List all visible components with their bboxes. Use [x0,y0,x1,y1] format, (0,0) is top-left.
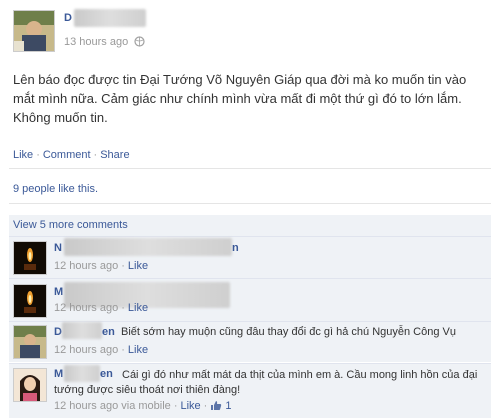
commenter-name[interactable]: M [54,286,63,298]
candle-photo [14,285,46,317]
comment-text: Cái gì đó như mất mát da thịt của mình e… [54,369,478,396]
comment-like-link[interactable]: Like [128,344,148,356]
commenter-photo [14,326,46,358]
commenter-name-tail: en [102,326,115,338]
comment-timestamp[interactable]: 12 hours ago [54,302,118,314]
redacted-comment [64,238,232,256]
divider [9,236,491,237]
commenter-name-tail: n [232,242,239,254]
candle-photo [14,242,46,274]
comment-text-line: D [54,326,105,338]
post-author-name[interactable]: D [64,12,72,24]
comment-meta: 12 hours ago · Like [54,344,149,356]
comment-meta: 12 hours ago · Like [54,260,149,272]
divider [9,203,491,204]
comment-like-count[interactable]: 1 [225,400,231,412]
post-timestamp[interactable]: 13 hours ago [64,36,128,48]
divider [9,363,491,364]
view-more-comments-link[interactable]: View 5 more comments [13,219,128,231]
comment-like-link[interactable]: Like [128,260,148,272]
view-more-row: View 5 more comments [9,215,491,236]
comment-via: via mobile [121,400,171,412]
comment-timestamp[interactable]: 12 hours ago [54,260,118,272]
post-author-name-redacted [74,9,146,27]
like-post-link[interactable]: Like [13,149,33,161]
post-actions: Like · Comment · Share [13,149,130,161]
author-photo [14,11,54,51]
divider [9,278,491,279]
comment-like-link[interactable]: Like [128,302,148,314]
divider [9,168,491,169]
thumbs-up-icon[interactable] [210,400,222,414]
likes-summary[interactable]: 9 people like this. [13,183,98,195]
commenter-name[interactable]: N [54,242,62,254]
commenter-avatar[interactable] [13,284,47,318]
post-text: Lên báo đọc được tin Đại Tướng Võ Nguyên… [13,72,467,125]
comment-text: Biết sớm hay muộn cũng đâu thay đổi đc g… [121,326,456,338]
commenter-avatar[interactable] [13,368,47,402]
commenter-avatar[interactable] [13,241,47,275]
likes-count-link[interactable]: 9 people like this. [13,183,98,195]
comment-meta: 12 hours ago via mobile · Like · 1 [54,400,232,414]
commenter-photo [14,369,46,401]
share-post-link[interactable]: Share [100,149,129,161]
globe-icon [134,36,145,50]
comment-meta: 12 hours ago · Like [54,302,149,314]
comment-timestamp[interactable]: 12 hours ago [54,400,118,412]
comment-like-link[interactable]: Like [180,400,200,412]
author-avatar[interactable] [13,10,55,52]
comment-timestamp[interactable]: 12 hours ago [54,344,118,356]
comment-post-link[interactable]: Comment [43,149,91,161]
commenter-avatar[interactable] [13,325,47,359]
